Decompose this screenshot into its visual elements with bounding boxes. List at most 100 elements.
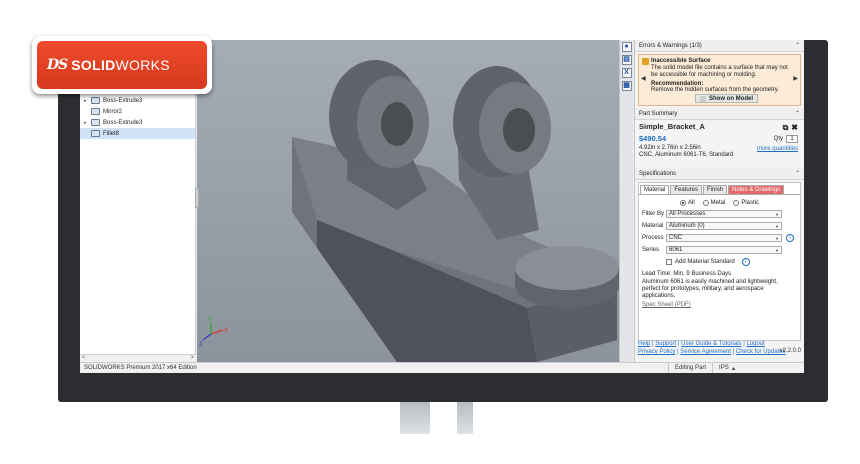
warning-title: Inaccessible Surface xyxy=(651,58,711,64)
units-selector[interactable]: IPS ▴ xyxy=(712,362,741,373)
expand-arrow-icon[interactable]: ▸ xyxy=(84,98,91,104)
radio-label: All xyxy=(687,200,695,206)
more-quantities-link[interactable]: more quantities xyxy=(757,146,798,152)
spec-field-label: Process xyxy=(642,235,664,241)
radio-button-icon[interactable] xyxy=(733,200,740,206)
spec-field-row: Material Aluminum (0) ▼ xyxy=(639,222,800,230)
chevron-up-icon[interactable]: ⌃ xyxy=(795,42,800,49)
triad-z-axis xyxy=(202,333,212,341)
show-on-model-label: Show on Model xyxy=(709,95,753,102)
radio-metal[interactable]: Metal xyxy=(702,200,725,206)
graphics-viewport[interactable]: X Y Z xyxy=(197,40,619,362)
tab-notes-drawings[interactable]: Notes & Drawings xyxy=(728,185,785,194)
monitor-stand-right xyxy=(457,402,473,434)
feature-tree-item[interactable]: ▸ Boss-Extrude3 xyxy=(80,117,195,128)
service-agreement-link[interactable]: Service Agreement xyxy=(680,349,731,355)
info-icon[interactable]: i xyxy=(741,258,750,266)
monitor-bezel: Origin▸Boss-Extrude1Fillet1▸Boss-Extrude… xyxy=(58,40,828,402)
material-description: Aluminum 6061 is easily machined and lig… xyxy=(642,279,778,299)
logout-link[interactable]: Logout xyxy=(746,341,764,347)
filter-by-dropdown[interactable]: All Processes ▼ xyxy=(666,210,782,218)
tab-features[interactable]: Features xyxy=(670,185,703,194)
radio-all[interactable]: All xyxy=(679,200,695,206)
quantity-input[interactable]: 1 xyxy=(786,135,798,143)
logo-text-bold: SOLID xyxy=(71,57,116,73)
feature-tree-item-label: Boss-Extrude3 xyxy=(103,97,143,104)
show-on-model-button[interactable]: Show on Model xyxy=(695,94,758,103)
feature-tree-item-label: Boss-Extrude3 xyxy=(103,119,143,126)
part-summary-actions: ⧉ ✖ xyxy=(783,123,798,133)
ds-mark: DS xyxy=(47,57,68,73)
xometry-tab-icon[interactable]: X xyxy=(621,68,632,78)
version-label: v2.2.0.0 xyxy=(779,348,801,354)
feature-tree-item-label: Fillet8 xyxy=(103,130,120,137)
caret-up-icon: ▴ xyxy=(732,365,736,372)
material-dropdown[interactable]: Aluminum (0) ▼ xyxy=(666,222,782,230)
process-dropdown[interactable]: CNC ▼ xyxy=(666,234,782,242)
feature-tree-item[interactable]: ▸ Boss-Extrude3 xyxy=(80,95,195,106)
feature-tree-item[interactable]: Mirror2 xyxy=(80,106,195,117)
add-material-standard[interactable]: Add Material Standard i xyxy=(639,258,800,266)
part-summary-section-header[interactable]: Part Summary ⌃ xyxy=(635,108,804,120)
specifications-section-header[interactable]: Specifications ⌃ xyxy=(635,168,804,180)
recommendation-text: Remove the hidden surfaces from the geom… xyxy=(651,87,779,93)
specification-fields: Filter By All Processes ▼ Material Aluminum … xyxy=(639,210,800,254)
chevron-down-icon: ▼ xyxy=(775,223,779,229)
errors-section-header[interactable]: Errors & Warnings (1/3) ⌃ xyxy=(635,40,804,52)
close-icon[interactable]: ✖ xyxy=(791,123,798,133)
user-guide-tutorials-link[interactable]: User Guide & Tutorials xyxy=(681,341,741,347)
chevron-up-icon[interactable]: ⌃ xyxy=(795,110,800,117)
info-icon[interactable]: i xyxy=(786,234,794,242)
file-explorer-tab-icon[interactable]: ▦ xyxy=(621,81,632,91)
radio-button-icon[interactable] xyxy=(702,200,709,206)
chevron-down-icon: ▼ xyxy=(775,235,779,241)
part-material: CNC, Aluminum 6061-T6, Standard xyxy=(639,152,734,158)
copy-icon[interactable]: ⧉ xyxy=(783,123,789,133)
monitor-chin xyxy=(58,373,828,402)
spec-sheet-link[interactable]: Spec Sheet (PDF) xyxy=(639,300,800,308)
tab-finish[interactable]: Finish xyxy=(703,185,728,194)
spec-field-label: Series xyxy=(642,247,660,253)
specifications-panel: Material Features Finish Notes & Drawings A… xyxy=(638,182,801,341)
show-on-model-icon xyxy=(700,95,706,102)
units-label: IPS xyxy=(719,365,729,371)
check-for-updates-link[interactable]: Check for Updates xyxy=(736,349,786,355)
feature-tree-scrollbar[interactable]: < > xyxy=(80,354,196,362)
right-boss-hole xyxy=(503,108,535,152)
expand-arrow-icon[interactable]: ▸ xyxy=(84,120,91,126)
next-warning-icon[interactable]: ▶ xyxy=(793,75,798,82)
resources-tab-icon[interactable]: ● xyxy=(621,42,632,52)
design-library-tab-icon[interactable]: ▤ xyxy=(621,55,632,65)
product-shot: Origin▸Boss-Extrude1Fillet1▸Boss-Extrude… xyxy=(0,0,860,464)
radio-button-icon[interactable] xyxy=(679,200,686,206)
logo-plate: DS SOLID WORKS xyxy=(37,41,207,89)
left-boss-hole xyxy=(381,102,413,146)
triad-x-axis xyxy=(210,329,224,335)
feature-tree-item[interactable]: Fillet8 xyxy=(80,128,195,139)
scroll-left-arrow-icon[interactable]: < xyxy=(82,355,86,362)
edition-label: SOLIDWORKS Premium 2017 x64 Edition xyxy=(84,365,197,371)
footer-links-line2: Privacy Policy | Service Agreement | Che… xyxy=(638,348,802,356)
triad-z-label: Z xyxy=(199,342,203,348)
tab-material[interactable]: Material xyxy=(640,185,670,194)
add-material-standard-label: Add Material Standard xyxy=(675,259,735,265)
extrude-icon xyxy=(91,97,100,104)
support-link[interactable]: Support xyxy=(655,341,676,347)
scroll-right-arrow-icon[interactable]: > xyxy=(190,355,194,362)
panel-resize-handle[interactable] xyxy=(195,188,199,208)
fillet-icon xyxy=(91,130,100,137)
extrude-icon xyxy=(91,119,100,126)
feature-tree-item-label: Mirror2 xyxy=(103,108,122,115)
spec-field-row: Filter By All Processes ▼ xyxy=(639,210,800,218)
radio-plastic[interactable]: Plastic xyxy=(733,200,759,206)
link-separator: | xyxy=(677,341,680,347)
chevron-up-icon[interactable]: ⌃ xyxy=(795,170,800,177)
dropdown-value: All Processes xyxy=(669,211,706,217)
add-material-standard-checkbox[interactable] xyxy=(666,259,672,265)
previous-warning-icon[interactable]: ◀ xyxy=(641,75,646,82)
privacy-policy-link[interactable]: Privacy Policy xyxy=(638,349,675,355)
spec-field-label: Filter By xyxy=(642,211,665,217)
help-link[interactable]: Help xyxy=(638,341,650,347)
specifications-header-label: Specifications xyxy=(639,170,677,177)
series-dropdown[interactable]: 6061 ▼ xyxy=(666,246,782,254)
